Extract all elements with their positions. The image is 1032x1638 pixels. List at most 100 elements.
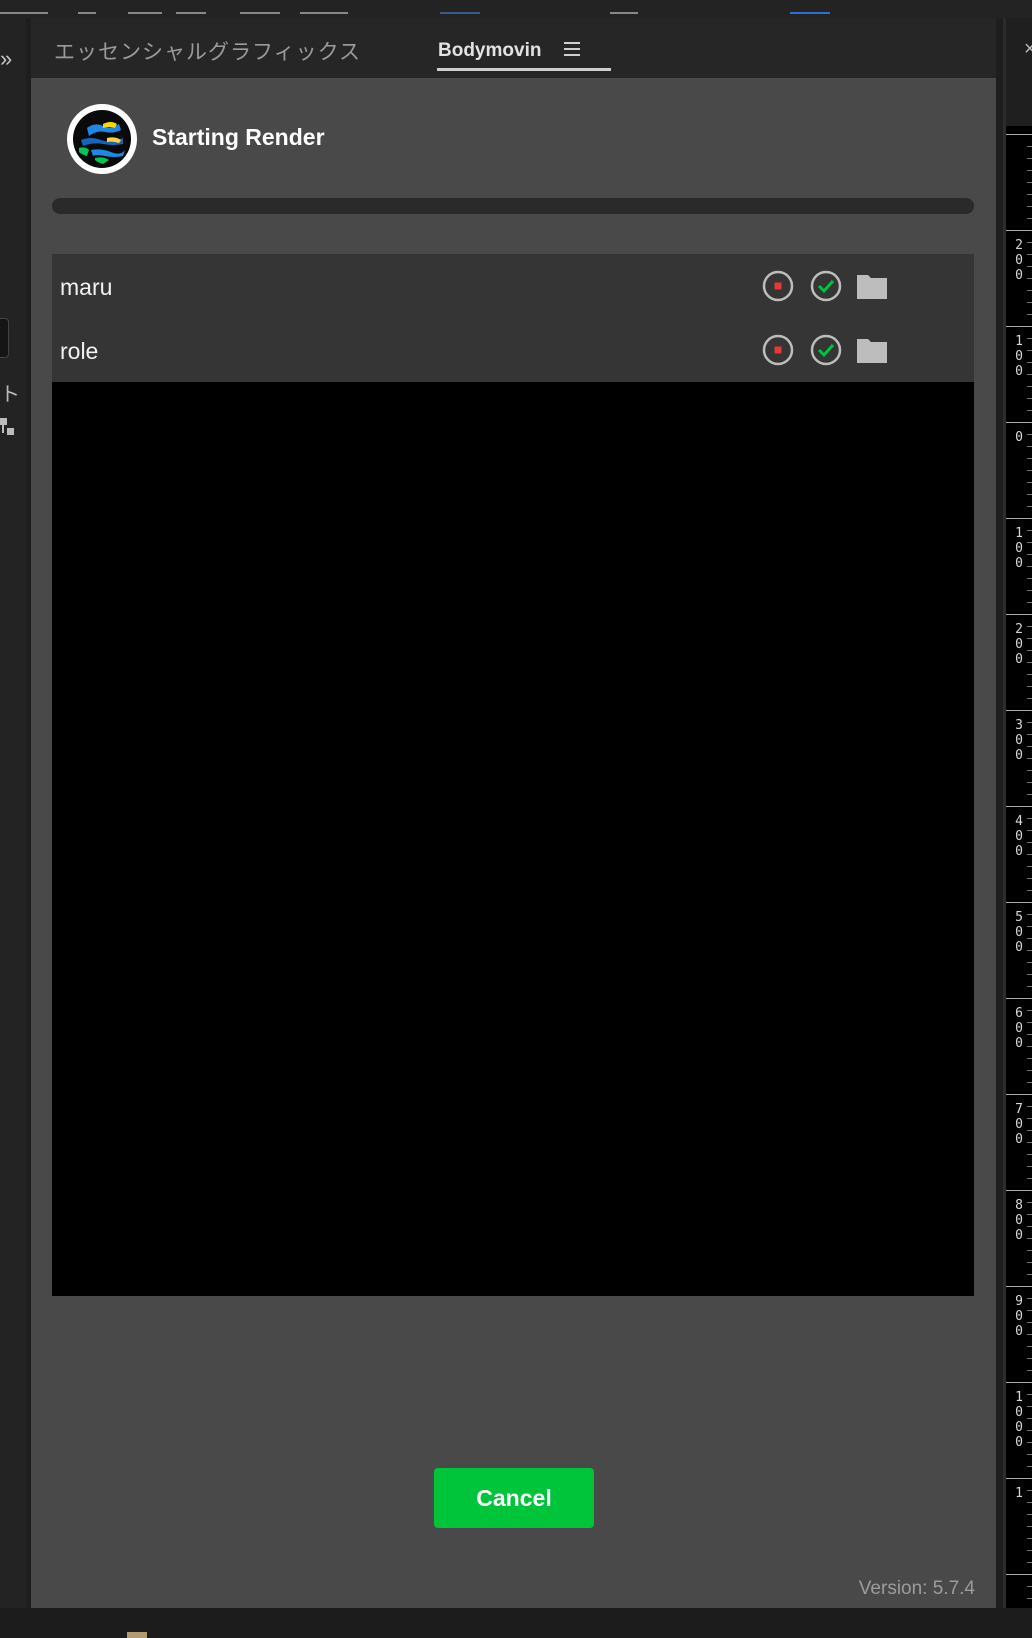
ruler-tick	[1027, 1010, 1032, 1011]
ruler-tick	[1027, 1334, 1032, 1335]
ruler-tick	[1027, 266, 1032, 267]
ruler-label: 1000	[1015, 1390, 1023, 1450]
ruler-tick	[1027, 1118, 1032, 1119]
bottom-swatch	[127, 1632, 147, 1638]
toolbar-tool-7[interactable]	[440, 0, 480, 14]
ruler-tick	[1027, 890, 1032, 891]
ruler-tick	[1027, 1550, 1032, 1551]
toolbar-tool-4[interactable]	[176, 0, 206, 14]
expand-panel-icon[interactable]: »	[0, 48, 12, 70]
toolbar-tool-6[interactable]	[300, 0, 348, 14]
bottom-status-strip	[0, 1608, 1032, 1638]
ruler-tick	[1027, 1214, 1032, 1215]
ruler-header: ×	[1006, 18, 1032, 126]
ruler-tick	[1027, 398, 1032, 399]
ruler-tick	[1027, 878, 1032, 879]
ruler-tick	[1027, 158, 1032, 159]
stop-record-icon[interactable]	[762, 334, 794, 366]
ruler-tick	[1006, 710, 1032, 711]
left-panel-field[interactable]	[0, 318, 9, 358]
version-label: Version: 5.7.4	[858, 1578, 975, 1599]
ruler-tick	[1027, 602, 1032, 603]
ruler-tick	[1006, 998, 1032, 999]
vertical-ruler: × 20010001002003004005006007008009001000…	[1003, 18, 1032, 1638]
ruler-tick	[1027, 1322, 1032, 1323]
ruler-tick	[1027, 1106, 1032, 1107]
panel-menu-icon[interactable]	[564, 42, 580, 57]
check-circle-icon[interactable]	[810, 270, 842, 302]
folder-icon[interactable]	[856, 270, 888, 302]
toolbar-tool-8[interactable]	[610, 0, 638, 14]
composition-name: role	[60, 338, 99, 364]
ruler-label: 200	[1015, 622, 1023, 667]
ruler-tick	[1027, 1298, 1032, 1299]
ruler-tick	[1027, 146, 1032, 147]
ruler-tick	[1027, 254, 1032, 255]
ruler-tick	[1027, 1130, 1032, 1131]
ruler-tick	[1027, 950, 1032, 951]
ruler-tick	[1006, 134, 1032, 135]
ruler-tick	[1006, 1382, 1032, 1383]
ruler-tick	[1027, 374, 1032, 375]
ruler-tick	[1027, 170, 1032, 171]
cancel-button[interactable]: Cancel	[434, 1468, 594, 1528]
ruler-label: 800	[1015, 1198, 1023, 1243]
toolbar-tool-3[interactable]	[128, 0, 162, 14]
panel-tab-bar: エッセンシャルグラフィックス Bodymovin	[31, 18, 996, 78]
ruler-tick	[1027, 1370, 1032, 1371]
check-circle-icon[interactable]	[810, 334, 842, 366]
ruler-tick	[1027, 1310, 1032, 1311]
ruler-tick	[1027, 290, 1032, 291]
ruler-tick	[1027, 446, 1032, 447]
toolbar-tool-9[interactable]	[790, 0, 830, 14]
bodymovin-logo-icon	[67, 104, 137, 174]
tab-bodymovin[interactable]: Bodymovin	[438, 40, 541, 62]
ruler-tick	[1027, 938, 1032, 939]
ruler-label: 500	[1015, 910, 1023, 955]
ruler-tick	[1027, 350, 1032, 351]
toolbar-tool-2[interactable]	[78, 0, 96, 14]
ruler-tick	[1027, 746, 1032, 747]
folder-icon[interactable]	[856, 334, 888, 366]
ruler-tick	[1027, 302, 1032, 303]
ruler-tick	[1027, 1442, 1032, 1443]
ruler-tick	[1027, 1262, 1032, 1263]
ruler-tick	[1027, 338, 1032, 339]
ruler-tick	[1027, 530, 1032, 531]
ruler-tick	[1027, 770, 1032, 771]
ruler-tick	[1027, 1358, 1032, 1359]
ruler-tick	[1027, 1466, 1032, 1467]
ruler-label: 100	[1015, 334, 1023, 379]
composition-list: maru role	[52, 254, 974, 1296]
render-status-title: Starting Render	[152, 124, 325, 150]
ruler-tick	[1027, 782, 1032, 783]
ruler-tick	[1006, 902, 1032, 903]
ruler-tick	[1027, 1154, 1032, 1155]
ruler-tick	[1027, 650, 1032, 651]
ruler-label: 100	[1015, 526, 1023, 571]
composition-name: maru	[60, 274, 113, 300]
ruler-tick	[1027, 1598, 1032, 1599]
stop-record-icon[interactable]	[762, 270, 794, 302]
ruler-tick	[1027, 1034, 1032, 1035]
close-icon[interactable]: ×	[1024, 38, 1032, 61]
ruler-tick	[1027, 674, 1032, 675]
ruler-tick	[1027, 206, 1032, 207]
ruler-tick	[1027, 1490, 1032, 1491]
ruler-tick	[1027, 242, 1032, 243]
ruler-tick	[1027, 734, 1032, 735]
ruler-tick	[1006, 1190, 1032, 1191]
ruler-tick	[1027, 914, 1032, 915]
ruler-tick	[1027, 1538, 1032, 1539]
ruler-tick	[1027, 1274, 1032, 1275]
ruler-tick	[1027, 1502, 1032, 1503]
tab-essential-graphics[interactable]: エッセンシャルグラフィックス	[54, 36, 361, 66]
hierarchy-icon[interactable]	[0, 416, 16, 438]
ruler-tick	[1027, 854, 1032, 855]
ruler-tick	[1027, 926, 1032, 927]
toolbar-tool-5[interactable]	[240, 0, 280, 14]
ruler-tick	[1027, 866, 1032, 867]
toolbar-tool-1[interactable]	[0, 0, 48, 14]
ruler-tick	[1027, 506, 1032, 507]
ruler-tick	[1027, 470, 1032, 471]
